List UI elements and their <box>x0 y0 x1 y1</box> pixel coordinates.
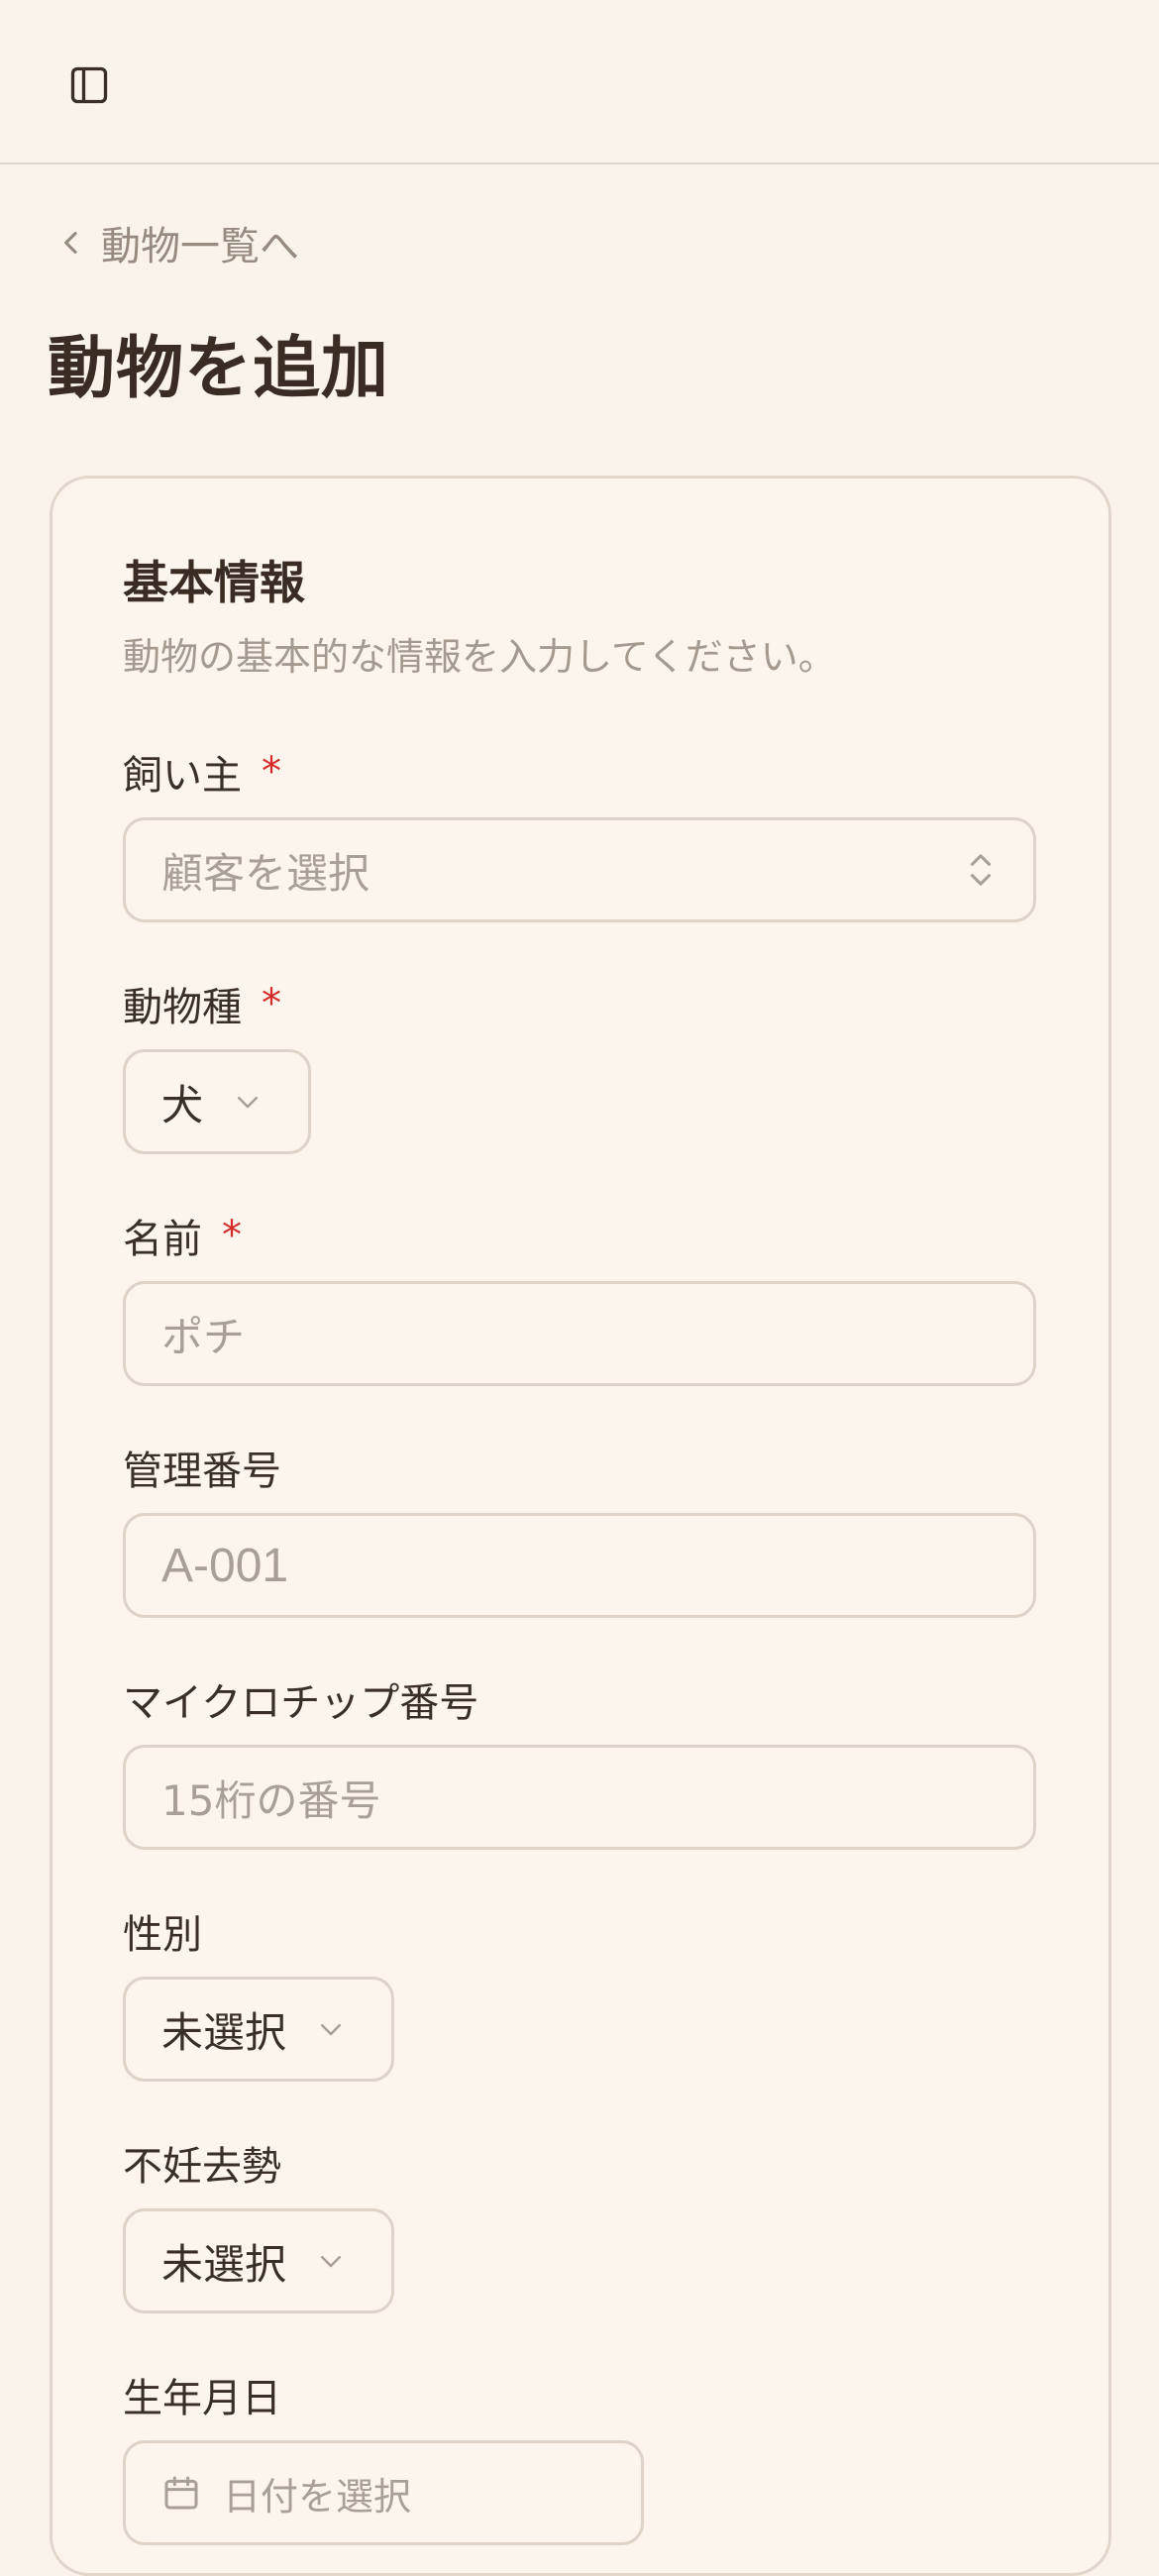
name-input[interactable]: ポチ <box>123 1281 1036 1386</box>
sidebar-toggle-icon <box>70 66 108 104</box>
owner-select-placeholder: 顧客を選択 <box>161 848 370 898</box>
neuter-select-value: 未選択 <box>161 2239 287 2289</box>
section-title: 基本情報 <box>123 556 305 609</box>
name-label: 名前 * <box>123 1213 242 1262</box>
back-link-label: 動物一覧へ <box>101 224 299 269</box>
sex-select-value: 未選択 <box>161 2007 287 2057</box>
required-mark: * <box>262 749 281 795</box>
birthdate-placeholder: 日付を選択 <box>223 2474 412 2519</box>
required-mark: * <box>262 981 281 1026</box>
chevrons-up-down-icon <box>970 854 992 886</box>
microchip-input[interactable]: 15桁の番号 <box>123 1745 1036 1850</box>
species-label: 動物種 * <box>123 981 281 1030</box>
chevron-down-icon <box>321 2024 342 2036</box>
chevron-left-icon <box>64 232 77 254</box>
sidebar-toggle-button[interactable] <box>61 57 117 113</box>
sex-select[interactable]: 未選択 <box>123 1977 394 2082</box>
birthdate-label: 生年月日 <box>123 2376 281 2421</box>
top-bar <box>0 0 1159 164</box>
section-description: 動物の基本的な情報を入力してください。 <box>123 635 836 679</box>
calendar-icon <box>164 2476 198 2510</box>
birthdate-picker[interactable]: 日付を選択 <box>123 2440 644 2545</box>
microchip-placeholder: 15桁の番号 <box>161 1775 381 1825</box>
control-number-input[interactable]: A-001 <box>123 1513 1036 1618</box>
species-select[interactable]: 犬 <box>123 1049 311 1154</box>
required-mark: * <box>222 1213 242 1258</box>
page-title: 動物を追加 <box>48 330 390 408</box>
chevron-down-icon <box>238 1097 259 1109</box>
neuter-label: 不妊去勢 <box>123 2144 281 2190</box>
control-number-label: 管理番号 <box>123 1449 281 1494</box>
sex-label: 性別 <box>123 1912 202 1958</box>
back-to-list-link[interactable]: 動物一覧へ <box>55 218 299 269</box>
owner-label: 飼い主 * <box>123 749 281 799</box>
species-select-value: 犬 <box>161 1080 204 1129</box>
microchip-label: マイクロチップ番号 <box>123 1680 479 1726</box>
owner-select[interactable]: 顧客を選択 <box>123 817 1036 922</box>
chevron-down-icon <box>321 2256 342 2268</box>
name-input-placeholder: ポチ <box>161 1312 246 1361</box>
control-number-placeholder: A-001 <box>161 1539 289 1592</box>
neuter-select[interactable]: 未選択 <box>123 2208 394 2313</box>
